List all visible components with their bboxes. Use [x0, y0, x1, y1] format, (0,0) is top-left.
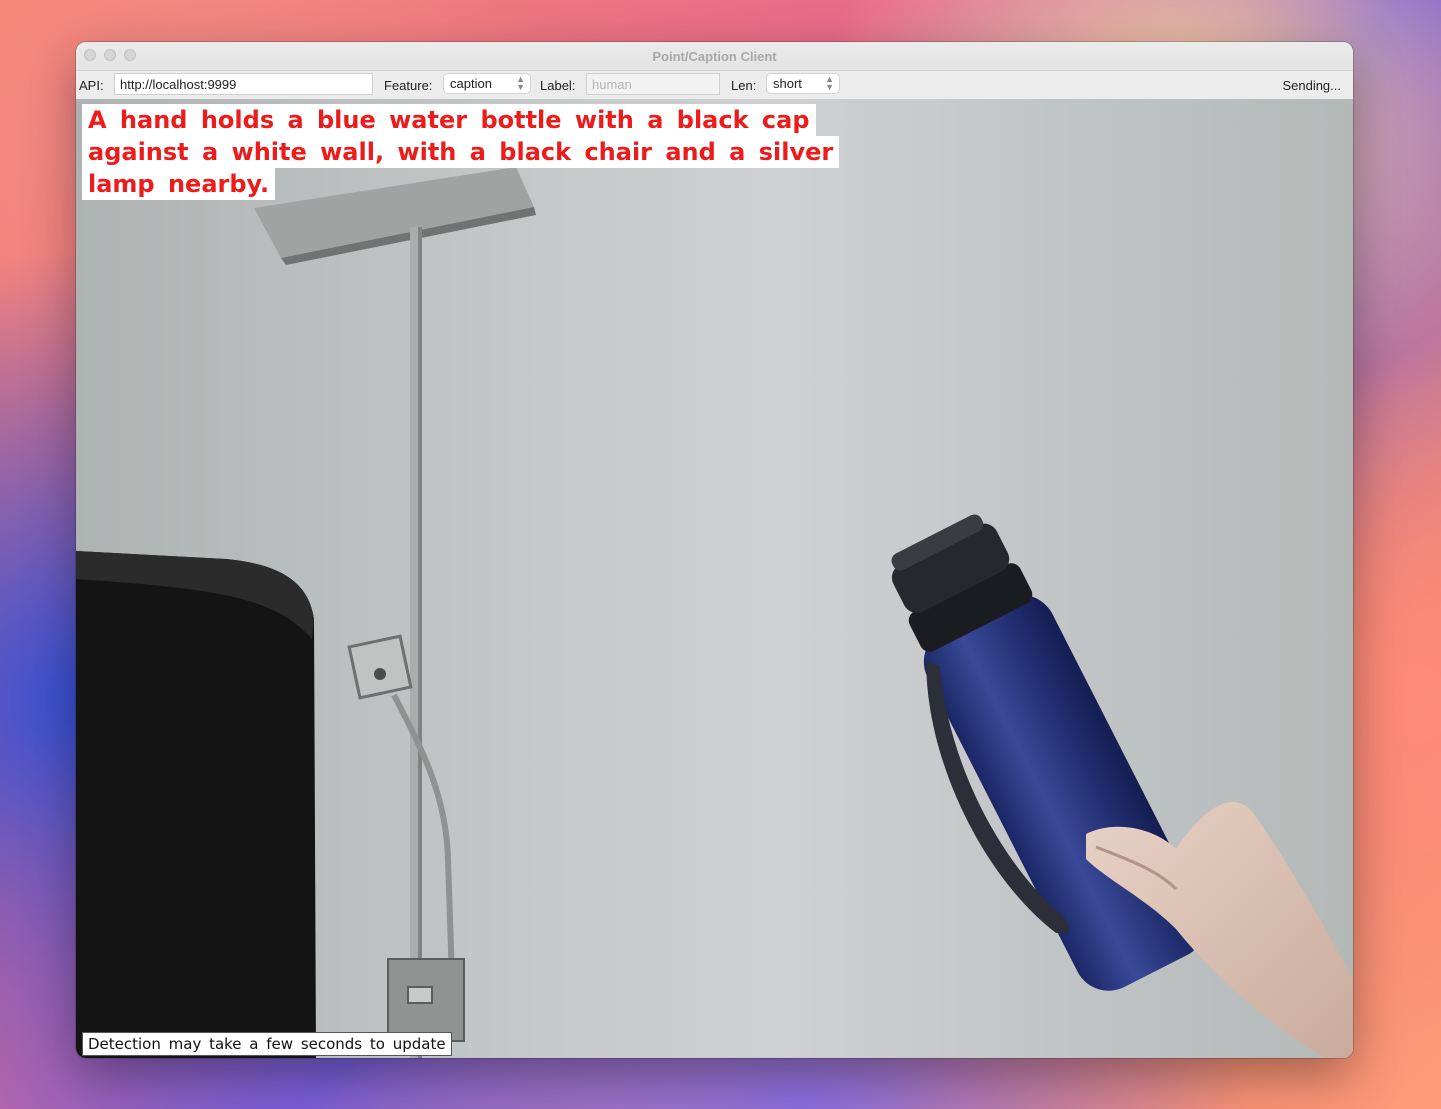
- api-url-input[interactable]: http://localhost:9999: [114, 73, 373, 95]
- app-window: Point/Caption Client API: http://localho…: [76, 42, 1353, 1058]
- toolbar: API: http://localhost:9999 Feature: capt…: [76, 71, 1353, 99]
- detection-note: Detection may take a few seconds to upda…: [82, 1032, 452, 1056]
- len-select-value: short: [773, 76, 802, 91]
- api-label: API:: [79, 78, 104, 93]
- feature-select[interactable]: caption ▲ ▼: [443, 73, 531, 94]
- camera-view: A hand holds a blue water bottle with a …: [76, 99, 1353, 1058]
- updown-chevron-icon: ▲ ▼: [516, 74, 525, 92]
- window-title: Point/Caption Client: [652, 49, 777, 64]
- caption-overlay: A hand holds a blue water bottle with a …: [82, 104, 840, 200]
- title-bar[interactable]: Point/Caption Client: [76, 42, 1353, 71]
- caption-line-1: A hand holds a blue water bottle with a …: [82, 104, 816, 136]
- feature-select-value: caption: [450, 76, 492, 91]
- updown-chevron-icon: ▲ ▼: [825, 74, 834, 92]
- caption-line-3: lamp nearby.: [82, 168, 276, 200]
- status-text: Sending...: [1282, 78, 1341, 93]
- chair-icon: [76, 551, 316, 1058]
- caption-line-2: against a white wall, with a black chair…: [82, 136, 840, 168]
- camera-scene: [76, 99, 1353, 1058]
- len-label: Len:: [731, 78, 757, 93]
- label-label: Label:: [540, 78, 576, 93]
- label-input[interactable]: human: [586, 73, 720, 95]
- feature-label: Feature:: [384, 78, 433, 93]
- len-select[interactable]: short ▲ ▼: [766, 73, 840, 94]
